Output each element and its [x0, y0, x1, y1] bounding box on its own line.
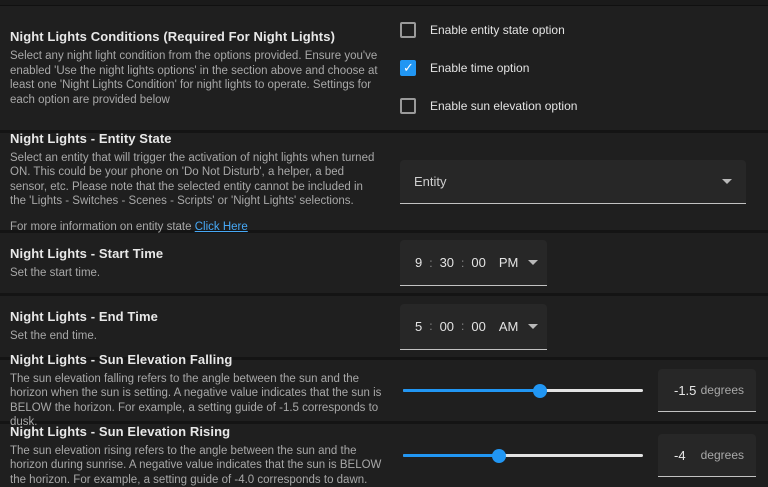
- start-time-title: Night Lights - Start Time: [10, 245, 164, 261]
- section-sun-elevation-falling: Night Lights - Sun Elevation Falling The…: [0, 352, 768, 428]
- chevron-down-icon[interactable]: [528, 260, 539, 265]
- conditions-title: Night Lights Conditions (Required For Ni…: [10, 29, 335, 44]
- enable-entity-state-checkbox-row[interactable]: Enable entity state option: [400, 22, 756, 38]
- checkbox-icon[interactable]: [400, 98, 416, 114]
- seconds-value[interactable]: 00: [471, 319, 485, 334]
- seconds-value[interactable]: 00: [471, 255, 485, 270]
- checkbox-icon[interactable]: [400, 22, 416, 38]
- meridiem-value[interactable]: PM: [499, 255, 519, 270]
- conditions-description: Select any night light condition from th…: [10, 50, 378, 106]
- time-separator: :: [461, 255, 465, 270]
- entity-state-more-info: For more information on entity state Cli…: [10, 221, 382, 233]
- click-here-link[interactable]: Click Here: [195, 221, 248, 233]
- sun-falling-title: Night Lights - Sun Elevation Falling: [10, 351, 233, 367]
- checkbox-label: Enable time option: [430, 61, 530, 75]
- entity-dropdown[interactable]: Entity: [400, 159, 746, 204]
- sun-falling-value-field[interactable]: -1.5 degrees: [658, 369, 756, 412]
- end-time-picker[interactable]: 5 : 00 : 00 AM: [400, 303, 547, 350]
- checkbox-label: Enable entity state option: [430, 23, 565, 37]
- sun-rising-description: The sun elevation rising refers to the a…: [10, 444, 382, 486]
- minutes-value[interactable]: 00: [440, 319, 454, 334]
- start-time-picker[interactable]: 9 : 30 : 00 PM: [400, 240, 547, 286]
- minutes-value[interactable]: 30: [440, 255, 454, 270]
- hours-value[interactable]: 9: [415, 255, 422, 270]
- sun-rising-title: Night Lights - Sun Elevation Rising: [10, 423, 231, 439]
- more-info-text: For more information on entity state: [10, 220, 195, 233]
- enable-time-checkbox-row[interactable]: Enable time option: [400, 60, 756, 76]
- hours-value[interactable]: 5: [415, 319, 422, 334]
- sun-rising-slider[interactable]: [403, 448, 643, 463]
- sun-falling-slider[interactable]: [403, 383, 643, 398]
- sun-falling-description: The sun elevation falling refers to the …: [10, 372, 382, 429]
- degrees-value[interactable]: -4: [674, 448, 701, 463]
- start-time-description: Set the start time.: [10, 266, 101, 279]
- degrees-value[interactable]: -1.5: [674, 383, 701, 398]
- chevron-down-icon: [722, 178, 732, 184]
- entity-state-title: Night Lights - Entity State: [10, 130, 172, 146]
- slider-thumb[interactable]: [492, 448, 506, 463]
- end-time-description: Set the end time.: [10, 330, 97, 343]
- entity-state-description: Select an entity that will trigger the a…: [10, 151, 375, 208]
- checkbox-label: Enable sun elevation option: [430, 99, 578, 113]
- slider-fill: [403, 454, 499, 457]
- sun-rising-value-field[interactable]: -4 degrees: [658, 434, 756, 477]
- chevron-down-icon[interactable]: [528, 323, 539, 329]
- enable-sun-elevation-checkbox-row[interactable]: Enable sun elevation option: [400, 98, 756, 114]
- degrees-unit-label: degrees: [700, 448, 744, 462]
- slider-thumb[interactable]: [532, 383, 547, 398]
- slider-fill: [403, 389, 540, 392]
- meridiem-value[interactable]: AM: [499, 319, 519, 334]
- section-sun-elevation-rising: Night Lights - Sun Elevation Rising The …: [0, 424, 768, 487]
- time-separator: :: [461, 319, 465, 333]
- time-separator: :: [429, 319, 433, 333]
- entity-dropdown-label: Entity: [414, 173, 447, 189]
- checkbox-icon[interactable]: [400, 60, 416, 76]
- end-time-title: Night Lights - End Time: [10, 309, 158, 325]
- section-night-lights-conditions: Night Lights Conditions (Required For Ni…: [0, 6, 768, 130]
- section-entity-state: Night Lights - Entity State Select an en…: [0, 130, 768, 233]
- time-separator: :: [429, 255, 433, 270]
- section-end-time: Night Lights - End Time Set the end time…: [0, 296, 768, 357]
- degrees-unit-label: degrees: [700, 383, 744, 397]
- section-start-time: Night Lights - Start Time Set the start …: [0, 233, 768, 293]
